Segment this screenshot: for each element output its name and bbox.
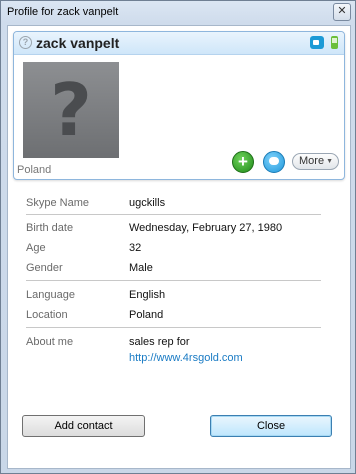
close-button[interactable]: Close (210, 415, 332, 437)
divider (26, 327, 321, 328)
chevron-down-icon: ▼ (326, 158, 333, 165)
skype-name-label: Skype Name (26, 197, 89, 209)
gender-value: Male (129, 262, 153, 274)
location-row: Location Poland (26, 309, 326, 325)
gender-label: Gender (26, 262, 63, 274)
language-value: English (129, 289, 166, 301)
offline-status-icon: ? (19, 36, 32, 49)
window-title: Profile for zack vanpelt (7, 6, 119, 18)
skype-name-value: ugckills (129, 197, 166, 209)
about-me-link[interactable]: http://www.4rsgold.com (129, 352, 243, 364)
profile-window: Profile for zack vanpelt ✕ ? zack vanpel… (0, 0, 356, 474)
more-button-label: More (299, 155, 325, 167)
divider (26, 214, 321, 215)
about-me-text: sales rep for (129, 336, 190, 348)
title-bar[interactable]: Profile for zack vanpelt ✕ (1, 1, 355, 23)
close-icon[interactable]: ✕ (333, 3, 351, 21)
location-value: Poland (129, 309, 164, 321)
about-me-row: About me sales rep for http://www.4rsgol… (26, 336, 326, 370)
add-contact-icon[interactable]: + (232, 151, 254, 173)
chat-icon[interactable] (263, 151, 285, 173)
avatar: ? (23, 62, 119, 158)
location-label: Location (26, 309, 68, 321)
age-value: 32 (129, 242, 142, 254)
video-call-icon[interactable] (310, 36, 324, 49)
about-me-label: About me (26, 336, 74, 348)
contact-card-header: ? zack vanpelt (14, 32, 344, 55)
profile-panel: ? zack vanpelt ? Poland + More ▼ Skype N… (7, 25, 351, 469)
age-row: Age 32 (26, 242, 326, 258)
mobile-phone-icon[interactable] (331, 36, 338, 49)
age-label: Age (26, 242, 46, 254)
contact-card: ? zack vanpelt ? Poland + More ▼ (13, 31, 345, 180)
birth-date-label: Birth date (26, 222, 74, 234)
add-contact-button[interactable]: Add contact (22, 415, 145, 437)
gender-row: Gender Male (26, 262, 326, 278)
language-label: Language (26, 289, 75, 301)
more-button[interactable]: More ▼ (292, 153, 339, 170)
skype-name-row: Skype Name ugckills (26, 197, 326, 213)
divider (26, 280, 321, 281)
avatar-location-label: Poland (17, 164, 52, 176)
birth-date-value: Wednesday, February 27, 1980 (129, 222, 283, 234)
language-row: Language English (26, 289, 326, 305)
contact-display-name: zack vanpelt (36, 35, 120, 51)
birth-date-row: Birth date Wednesday, February 27, 1980 (26, 222, 326, 238)
